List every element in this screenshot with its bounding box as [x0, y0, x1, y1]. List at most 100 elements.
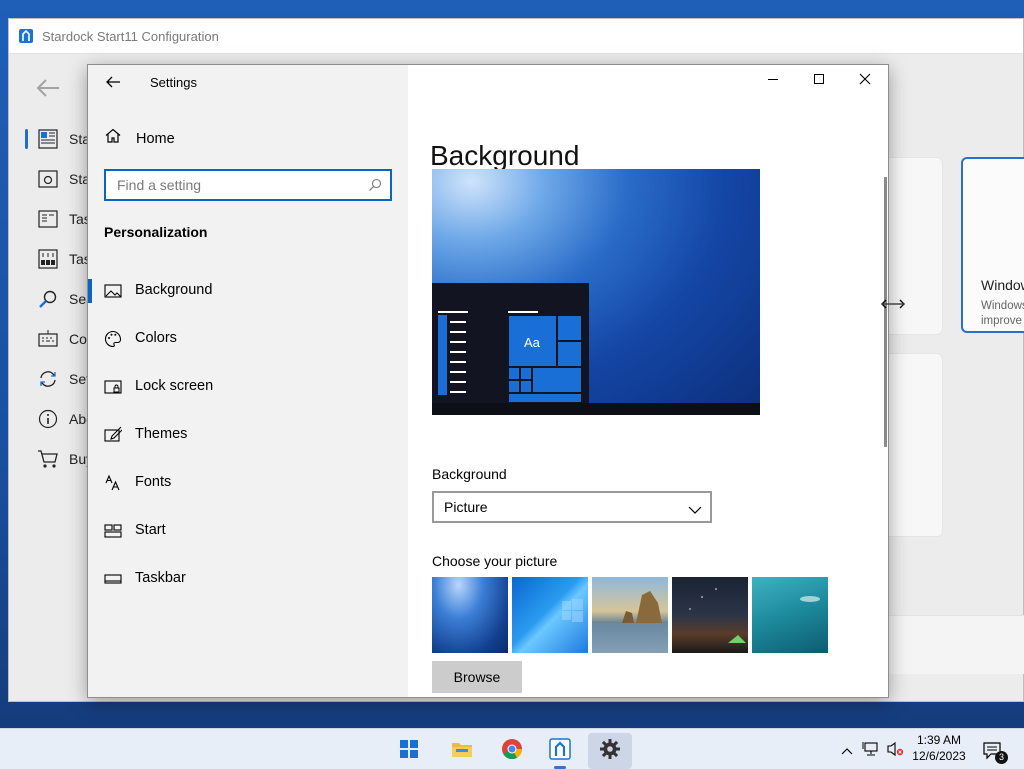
selected-indicator — [88, 279, 92, 303]
stardock-nav-label: Search — [69, 291, 89, 307]
picture-thumbnail-1[interactable] — [432, 577, 508, 653]
taskbar-icon — [104, 570, 122, 588]
resize-cursor-icon — [881, 297, 905, 311]
start-button-icon — [37, 168, 59, 190]
page-scrollbar[interactable] — [884, 177, 887, 447]
stardock-nav-item[interactable]: Start menu — [9, 119, 89, 159]
nav-item-label: Lock screen — [135, 378, 214, 394]
sync-icon — [37, 368, 59, 390]
background-type-dropdown[interactable]: Picture — [432, 491, 712, 523]
chrome-button[interactable] — [492, 733, 532, 769]
start11-icon — [549, 737, 571, 765]
lock-screen-icon — [104, 378, 122, 396]
preview-taskbar — [432, 403, 760, 415]
stardock-nav-item[interactable]: Search — [9, 279, 89, 319]
dropdown-value: Picture — [444, 499, 488, 515]
nav-item-label: Background — [135, 282, 213, 298]
picture-thumbnail-4[interactable] — [672, 577, 748, 653]
info-icon — [37, 408, 59, 430]
minimize-button[interactable] — [750, 65, 796, 97]
background-label: Background — [432, 466, 507, 482]
picture-thumbnail-3[interactable] — [592, 577, 668, 653]
preview-tile-text: Aa — [524, 335, 540, 350]
selected-indicator — [25, 129, 28, 149]
stardock-nav-item[interactable]: About — [9, 399, 89, 439]
picture-thumbnail-5[interactable] — [752, 577, 828, 653]
stardock-nav-item[interactable]: Control — [9, 319, 89, 359]
action-center-button[interactable]: 3 — [976, 733, 1010, 769]
stardock-nav-item[interactable]: Buy — [9, 439, 89, 479]
home-label: Home — [136, 130, 175, 147]
gear-icon — [599, 738, 621, 765]
nav-item-fonts[interactable]: Fonts — [88, 459, 408, 507]
home-link[interactable]: Home — [104, 127, 175, 150]
stardock-nav-label: Start button — [69, 171, 89, 187]
taskbar-icon — [37, 208, 59, 230]
close-button[interactable] — [842, 65, 888, 97]
clock[interactable]: 1:39 AM 12/6/2023 — [912, 732, 966, 764]
chrome-icon — [501, 738, 523, 765]
chevron-down-icon — [688, 502, 702, 514]
settings-sidebar: Settings Home Personalization Background… — [88, 65, 408, 697]
nav-item-label: Fonts — [135, 474, 172, 490]
search-input[interactable] — [115, 176, 359, 194]
stardock-titlebar: Stardock Start11 Configuration — [9, 19, 1023, 54]
browse-button[interactable]: Browse — [432, 661, 522, 693]
keyboard-icon — [37, 328, 59, 350]
network-icon — [862, 741, 880, 762]
search-icon[interactable] — [368, 178, 382, 192]
picture-icon — [104, 282, 122, 300]
chevron-up-icon — [841, 742, 853, 760]
close-icon — [859, 72, 871, 90]
volume-muted-icon — [886, 741, 904, 762]
stardock-nav-item[interactable]: Taskbar — [9, 199, 89, 239]
cart-icon — [37, 448, 59, 470]
start11-taskbar-button[interactable] — [540, 733, 580, 769]
background-preview: Aa — [432, 169, 760, 415]
stardock-back-arrow-icon[interactable] — [35, 77, 61, 99]
file-explorer-button[interactable] — [442, 733, 482, 769]
show-hidden-icons-button[interactable] — [836, 733, 858, 769]
stardock-nav-item[interactable]: Settings — [9, 359, 89, 399]
stardock-nav-label: Settings — [69, 371, 89, 387]
picture-thumbnail-2[interactable] — [512, 577, 588, 653]
back-arrow-icon[interactable] — [104, 73, 122, 91]
nav-item-label: Themes — [135, 426, 188, 442]
start-menu-icon — [37, 128, 59, 150]
stardock-nav-item[interactable]: Start button — [9, 159, 89, 199]
nav-item-label: Start — [135, 522, 166, 538]
settings-taskbar-button[interactable] — [588, 733, 632, 769]
nav-item-background[interactable]: Background — [88, 267, 408, 315]
nav-item-themes[interactable]: Themes — [88, 411, 408, 459]
find-setting-search[interactable] — [104, 169, 392, 201]
stardock-nav-label: Taskbar tweaks — [69, 251, 89, 267]
settings-window: Settings Home Personalization Background… — [87, 64, 905, 698]
network-button[interactable] — [860, 733, 882, 769]
volume-button[interactable] — [884, 733, 906, 769]
maximize-button[interactable] — [796, 65, 842, 97]
card-description: Windows improve — [981, 300, 1024, 327]
search-icon — [37, 288, 59, 310]
card-title: Windows — [981, 277, 1024, 293]
minimize-icon — [767, 72, 779, 90]
choose-picture-label: Choose your picture — [432, 553, 558, 569]
nav-item-colors[interactable]: Colors — [88, 315, 408, 363]
settings-app-title: Settings — [150, 75, 197, 90]
stardock-nav-item[interactable]: Taskbar tweaks — [9, 239, 89, 279]
stardock-style-card-selected[interactable]: Windows Windowsimprove — [961, 157, 1024, 333]
stardock-nav-label: Start menu — [69, 131, 89, 147]
start-button[interactable] — [389, 733, 429, 769]
stardock-nav-label: About — [69, 411, 89, 427]
nav-item-taskbar[interactable]: Taskbar — [88, 555, 408, 603]
section-title: Personalization — [104, 224, 208, 240]
nav-item-lock-screen[interactable]: Lock screen — [88, 363, 408, 411]
maximize-icon — [813, 72, 825, 90]
folder-icon — [451, 739, 473, 764]
start11-app-icon — [18, 28, 34, 44]
nav-item-label: Colors — [135, 330, 177, 346]
taskbar-tweaks-icon — [37, 248, 59, 270]
clock-date: 12/6/2023 — [912, 749, 966, 763]
themes-brush-icon — [104, 426, 124, 444]
nav-item-start[interactable]: Start — [88, 507, 408, 555]
page-title: Background — [430, 139, 580, 171]
